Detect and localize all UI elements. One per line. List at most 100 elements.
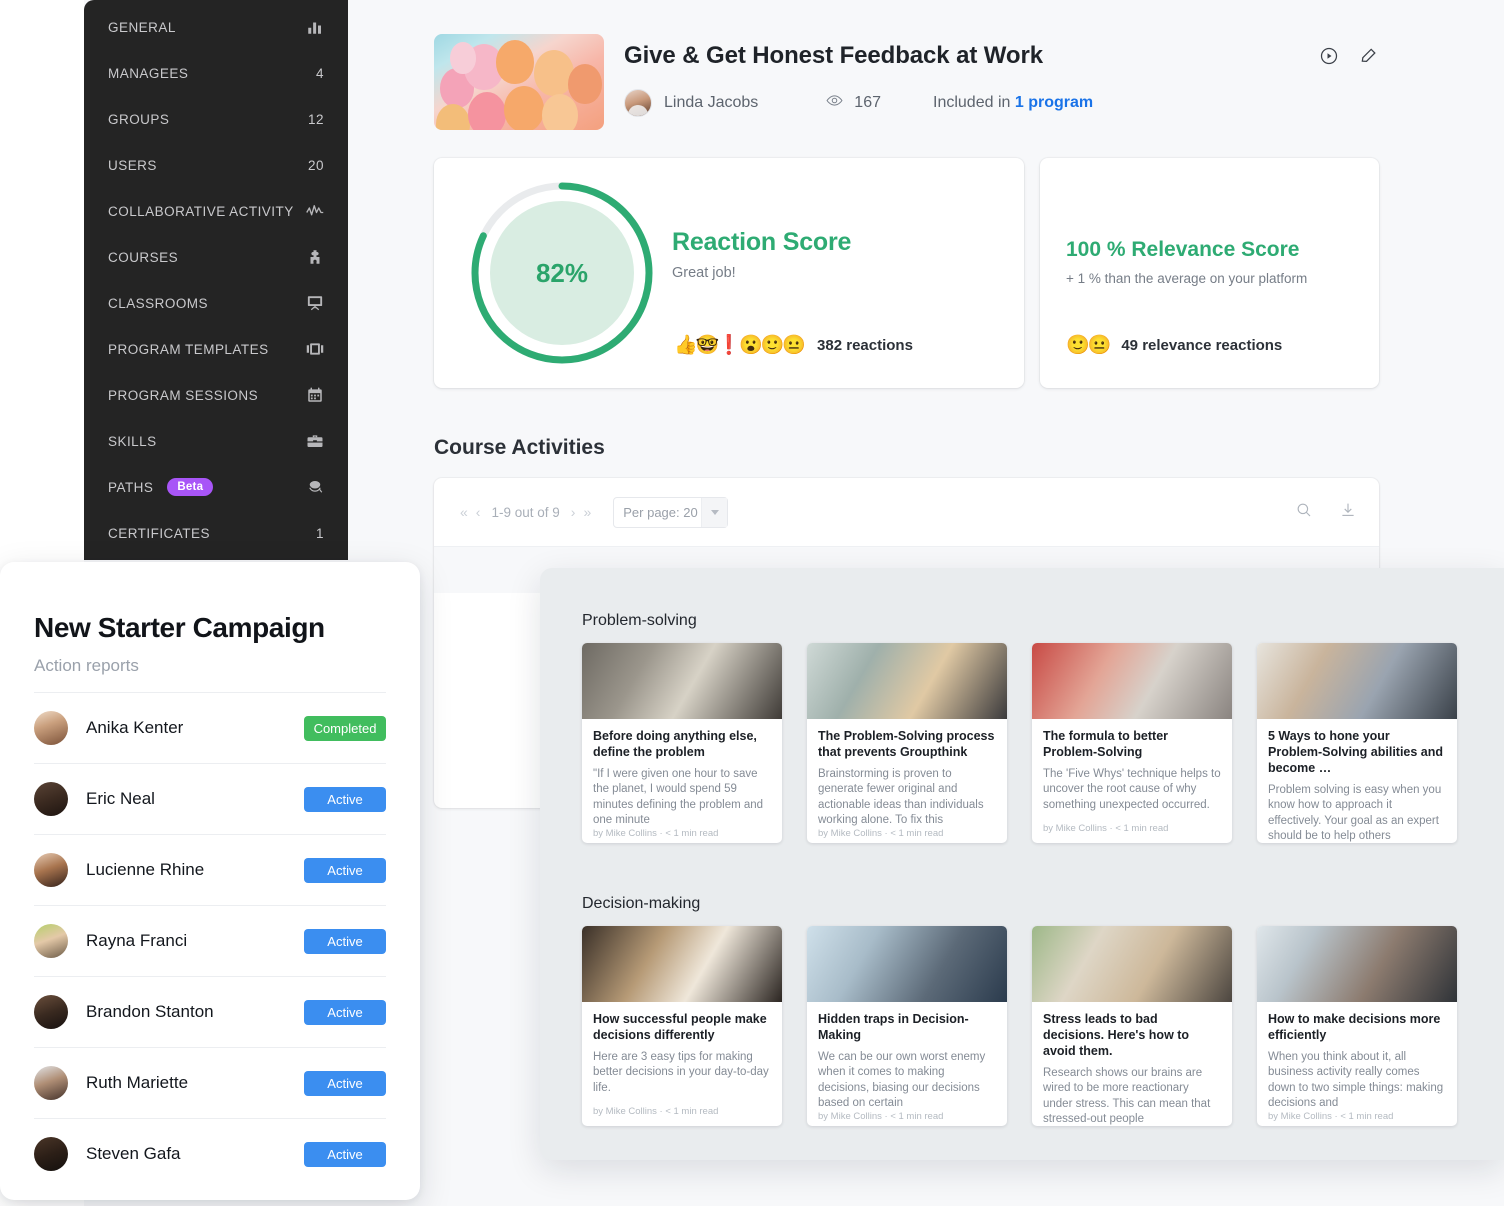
reaction-emoji: ❗ [717,335,742,356]
balloon-shape [542,94,578,130]
per-page-select[interactable]: Per page: 20 [613,496,729,528]
chevron-left-icon[interactable]: ‹ [472,504,485,520]
sidebar-item-certificates[interactable]: CERTIFICATES 1 [84,510,348,556]
calendar-icon [306,386,324,404]
article-card[interactable]: How to make decisions more efficiently Wh… [1257,926,1457,1126]
course-header: Give & Get Honest Feedback at Work Linda… [434,34,1379,142]
chevron-double-left-icon[interactable]: « [456,504,472,520]
sidebar-item-users[interactable]: USERS 20 [84,142,348,188]
relevance-reactions-label: 49 relevance reactions [1121,337,1283,354]
sidebar-item-skills[interactable]: SKILLS [84,418,348,464]
pagination-range-label: 1-9 out of 9 [491,504,560,520]
sidebar-item-paths[interactable]: PATHS Beta [84,464,348,510]
article-card[interactable]: Stress leads to bad decisions. Here's ho… [1032,926,1232,1126]
article-title: Hidden traps in Decision-Making [818,1012,969,1042]
avatar [624,89,652,117]
list-item[interactable]: Anika Kenter Completed [34,692,386,763]
status-badge[interactable]: Active [304,857,386,883]
sidebar-item-label: COURSES [108,249,179,265]
download-icon[interactable] [1339,501,1357,524]
relevance-score-subtitle: + 1 % than the average on your platform [1066,271,1308,286]
page-title: Give & Get Honest Feedback at Work [624,42,1043,69]
list-item-name: Rayna Franci [86,931,188,950]
article-card[interactable]: The Problem-Solving process that prevent… [807,643,1007,843]
list-item[interactable]: Brandon Stanton Active [34,976,386,1047]
sidebar-item-count: 1 [316,525,324,541]
status-badge[interactable]: Completed [304,715,386,741]
film-strip-icon [306,340,324,358]
relevance-emoji-row: 🙂 😐 [1066,335,1112,356]
article-card-grid: How successful people make decisions dif… [582,926,1457,1126]
activity-pulse-icon [306,202,324,220]
list-item[interactable]: Steven Gafa Active [34,1118,386,1189]
article-card[interactable]: The formula to better Problem-Solving The… [1032,643,1232,843]
balloon-shape [436,104,470,130]
article-description: Here are 3 easy tips for making better d… [593,1051,769,1094]
header-actions [1319,46,1379,71]
reaction-score-subtitle: Great job! [672,265,736,281]
chevron-right-icon[interactable]: › [567,504,580,520]
sidebar-item-classrooms[interactable]: CLASSROOMS [84,280,348,326]
sidebar-item-label: USERS [108,157,157,173]
list-item[interactable]: Eric Neal Active [34,763,386,834]
article-meta: by Mike Collins · < 1 min read [1043,823,1169,834]
program-link[interactable]: 1 program [1015,94,1093,111]
search-icon[interactable] [1295,501,1313,524]
status-badge[interactable]: Active [304,928,386,954]
reaction-footer: 👍 🤓 ❗ 😮 🙂 😐 382 reactions [674,336,913,355]
sidebar-item-courses[interactable]: COURSES [84,234,348,280]
chevron-down-icon[interactable] [701,497,728,527]
status-badge[interactable]: Active [304,999,386,1025]
sidebar-item-groups[interactable]: GROUPS 12 [84,96,348,142]
app-root: GENERAL MANAGEES 4 GROUPS 12 USERS 20 COLLABORA… [0,0,1504,1206]
reaction-emoji-row: 👍 🤓 ❗ 😮 🙂 😐 [674,335,806,356]
reaction-emoji: 🙂 [1066,335,1090,356]
article-description: We can be our own worst enemy when it co… [818,1051,986,1109]
reaction-emoji: 😐 [1087,335,1112,356]
action-reports-list: Anika Kenter Completed Eric Neal Active Luci… [34,692,386,1189]
balloon-shape [504,86,544,130]
balloon-shape [450,42,476,74]
campaign-subtitle: Action reports [34,656,139,675]
views-count: 167 [854,94,881,111]
status-badge[interactable]: Active [304,1141,386,1167]
list-item[interactable]: Rayna Franci Active [34,905,386,976]
article-card[interactable]: 5 Ways to hone your Problem-Solving abil… [1257,643,1457,843]
article-card[interactable]: Hidden traps in Decision-Making We can be… [807,926,1007,1126]
per-page-label: Per page: 20 [623,504,698,520]
play-circle-icon[interactable] [1319,46,1339,71]
article-card[interactable]: Before doing anything else, define the p… [582,643,782,843]
list-item-name: Brandon Stanton [86,1002,214,1021]
status-badge[interactable]: Active [304,786,386,812]
status-badge[interactable]: Active [304,1070,386,1096]
chevron-double-right-icon[interactable]: » [579,504,595,520]
reactions-count-label: 382 reactions [817,337,913,354]
sidebar-item-general[interactable]: GENERAL [84,4,348,50]
article-thumbnail-image [1032,643,1232,719]
sidebar-item-program-sessions[interactable]: PROGRAM SESSIONS [84,372,348,418]
section-title: Problem-solving [582,612,697,629]
sidebar-item-label: PATHS [108,479,154,495]
article-meta: by Mike Collins · < 1 min read [593,828,719,840]
article-thumbnail-image [1257,643,1457,719]
articles-panel: Problem-solving Before doing anything els… [540,568,1504,1160]
reaction-score-card: 82% Reaction Score Great job! 👍 🤓 ❗ 😮 🙂 😐 382… [434,158,1024,388]
list-item[interactable]: Ruth Mariette Active [34,1047,386,1118]
article-thumbnail-image [1257,926,1457,1002]
sidebar-item-managees[interactable]: MANAGEES 4 [84,50,348,96]
list-item-name: Ruth Mariette [86,1073,189,1092]
article-description: When you think about it, all business ac… [1268,1051,1444,1109]
article-title: How successful people make decisions dif… [593,1012,767,1042]
article-card[interactable]: How successful people make decisions dif… [582,926,782,1126]
list-item[interactable]: Lucienne Rhine Active [34,834,386,905]
sidebar-item-collaborative-activity[interactable]: COLLABORATIVE ACTIVITY [84,188,348,234]
sidebar-item-count: 12 [308,111,324,127]
sidebar-item-program-templates[interactable]: PROGRAM TEMPLATES [84,326,348,372]
views-block: 167 [826,92,881,114]
pagination-controls: « ‹ 1-9 out of 9 › » [456,504,595,520]
reaction-emoji: 🙂 [760,335,785,356]
pencil-icon[interactable] [1359,46,1379,71]
score-cards-row: 82% Reaction Score Great job! 👍 🤓 ❗ 😮 🙂 😐 382… [434,158,1379,388]
sidebar-item-label: MANAGEES [108,65,189,81]
relevance-score-title: 100 % Relevance Score [1066,238,1300,261]
